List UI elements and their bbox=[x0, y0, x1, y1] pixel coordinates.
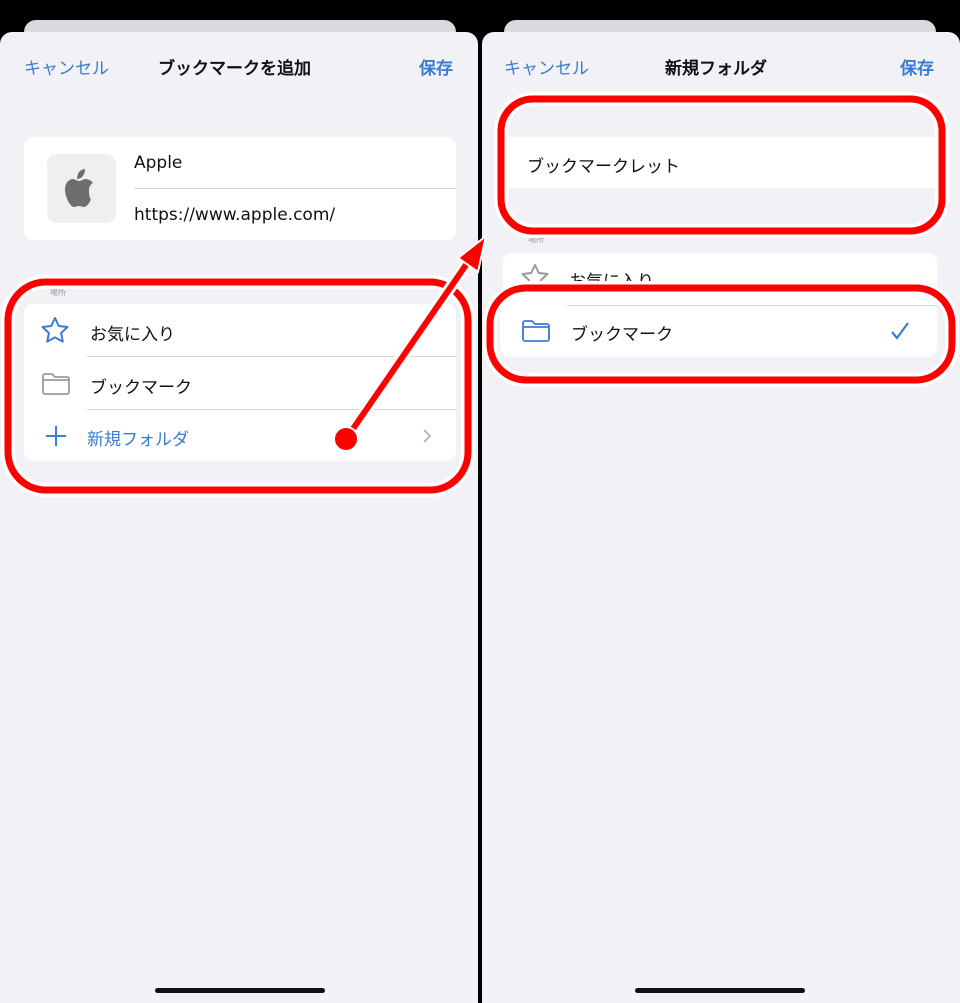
highlight-outline bbox=[1, 275, 475, 497]
highlight-outline bbox=[494, 92, 949, 238]
highlight-outline bbox=[483, 281, 959, 387]
highlight-location-list bbox=[4, 278, 472, 494]
annotation-overlay bbox=[1, 92, 959, 497]
highlight-folder-name bbox=[497, 95, 946, 235]
highlight-selected-folder bbox=[486, 284, 956, 384]
arrow-start-dot bbox=[333, 426, 359, 452]
